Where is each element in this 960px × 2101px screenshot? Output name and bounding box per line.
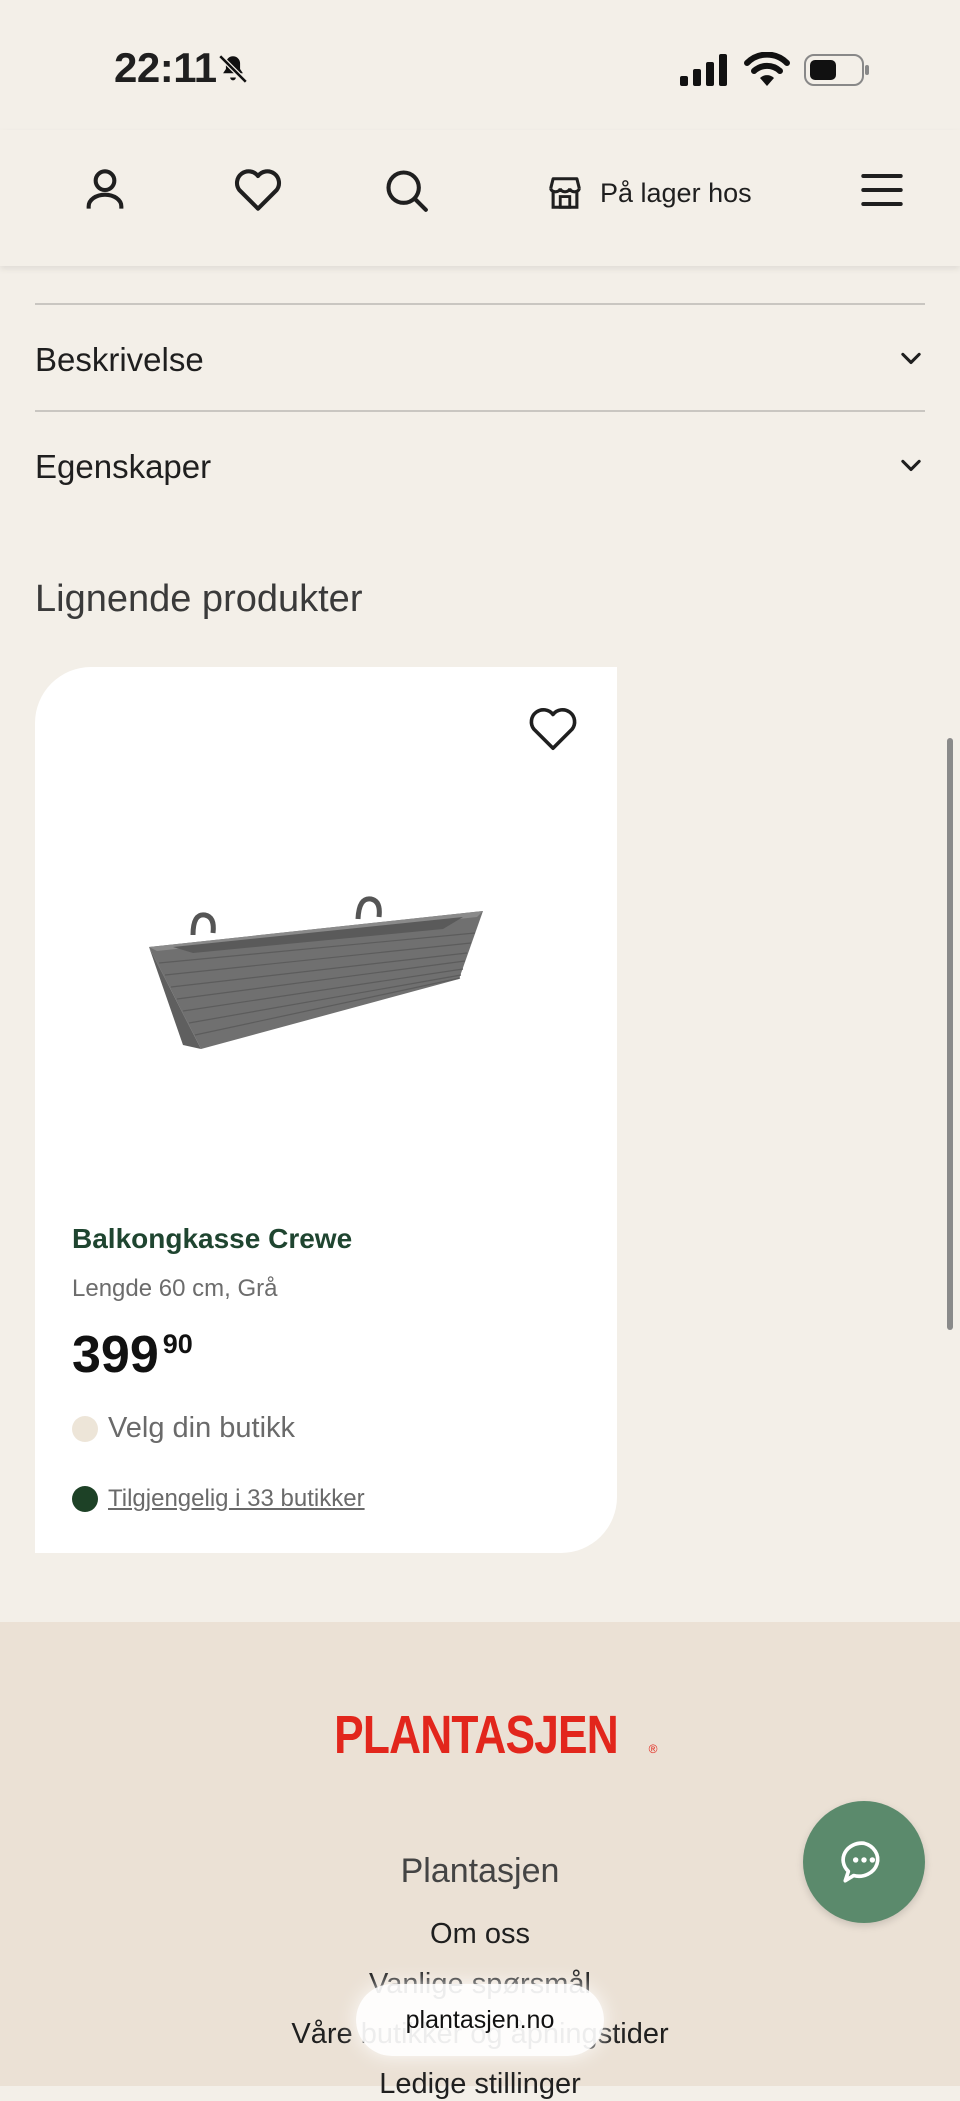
product-name[interactable]: Balkongkasse Crewe: [72, 1223, 352, 1255]
logo-text: PLANTASJEN: [333, 1705, 619, 1765]
product-image-planter: [149, 896, 483, 1049]
product-card[interactable]: Balkongkasse Crewe Lengde 60 cm, Grå 399…: [35, 667, 617, 1553]
availability-link[interactable]: Tilgjengelig i 33 butikker: [108, 1485, 365, 1513]
store-icon: [549, 177, 581, 209]
chat-bubble-icon: [841, 1841, 880, 1883]
price-main: 399: [72, 1326, 159, 1384]
bell-muted-icon: [218, 54, 248, 84]
accordion-label: Beskrivelse: [35, 341, 204, 378]
price-decimals: 90: [162, 1329, 193, 1359]
battery-icon: [804, 54, 869, 86]
store-stock-label: På lager hos: [600, 177, 752, 208]
chevron-down-icon: [901, 459, 921, 472]
wifi-icon: [744, 52, 790, 86]
choose-store-row[interactable]: Velg din butikk: [72, 1412, 295, 1445]
plantasjen-logo[interactable]: PLANTASJEN ®: [0, 1704, 960, 1766]
product-price: 399 90: [72, 1329, 193, 1381]
availability-row: Tilgjengelig i 33 butikker: [72, 1485, 365, 1513]
status-time: 22:11: [114, 44, 217, 91]
store-stock-button[interactable]: På lager hos: [546, 166, 752, 220]
cellular-signal-icon: [680, 54, 727, 86]
chevron-down-icon: [901, 352, 921, 365]
store-status-dot: [72, 1415, 98, 1442]
choose-store-label: Velg din butikk: [108, 1412, 296, 1444]
heart-icon[interactable]: [230, 162, 286, 218]
site-header: På lager hos: [0, 130, 960, 266]
status-bar: 22:11: [0, 0, 960, 130]
menu-icon[interactable]: [854, 162, 910, 218]
footer-link-jobs[interactable]: Ledige stillinger: [0, 2068, 960, 2101]
accordion-description[interactable]: Beskrivelse: [35, 303, 925, 411]
footer-link-about[interactable]: Om oss: [0, 1918, 960, 1951]
accordion-label: Egenskaper: [35, 448, 212, 485]
search-icon[interactable]: [378, 162, 434, 218]
scrollbar[interactable]: [947, 738, 953, 1330]
user-icon[interactable]: [77, 162, 133, 218]
browser-url-bar[interactable]: plantasjen.no: [356, 1984, 604, 2056]
product-variant: Lengde 60 cm, Grå: [72, 1275, 278, 1302]
favorite-heart-icon[interactable]: [525, 701, 581, 755]
availability-dot: [72, 1486, 98, 1512]
registered-mark: ®: [648, 1742, 658, 1756]
section-title: Lignende produkter: [35, 578, 363, 620]
chat-button[interactable]: [803, 1801, 925, 1923]
accordion-properties[interactable]: Egenskaper: [35, 410, 925, 518]
